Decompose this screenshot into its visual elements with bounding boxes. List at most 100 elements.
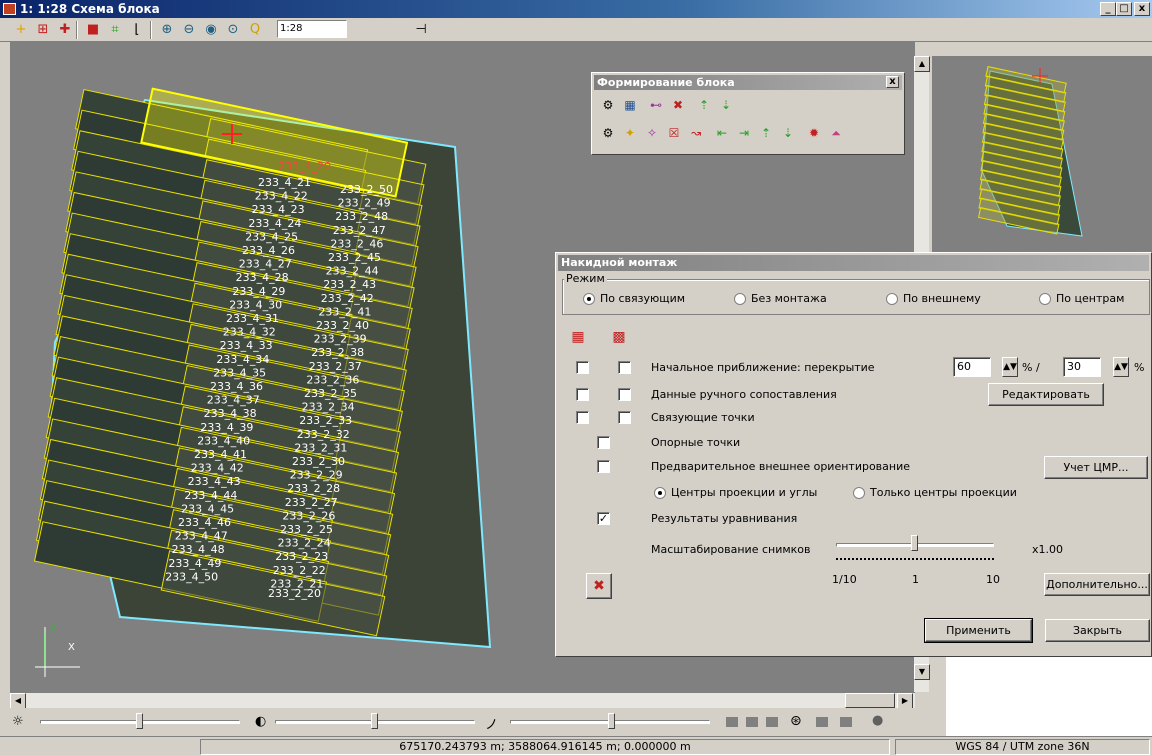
frame-label: 233_2_46 (330, 237, 383, 250)
axis-x-label: X (68, 642, 75, 653)
gamma-thumb[interactable] (608, 713, 615, 729)
frame-label: 233_4_50 (165, 570, 218, 583)
form-block-close-button[interactable]: x (886, 76, 899, 88)
scale-input[interactable]: 1:28 (277, 20, 347, 38)
corner-icon[interactable]: ⌊ (128, 21, 146, 39)
overlap-input-2[interactable]: 30 (1063, 357, 1101, 377)
shift-right-icon[interactable]: ⇥ (736, 125, 752, 141)
overview-panel[interactable] (932, 56, 1152, 251)
delete-image-icon[interactable]: ☒ (666, 125, 682, 141)
close-button[interactable]: x (1134, 2, 1150, 16)
close-dialog-button[interactable]: Закрыть (1045, 619, 1150, 642)
shift-up-icon[interactable]: ⇡ (758, 125, 774, 141)
channel-green-button[interactable] (746, 717, 758, 727)
shift-down-icon[interactable]: ⇣ (780, 125, 796, 141)
initial-approx-check-2[interactable] (618, 361, 631, 374)
frame-label: 233_2_37 (309, 360, 362, 373)
map-horizontal-scrollbar[interactable]: ◀ ▶ (10, 692, 915, 709)
flip-icon[interactable]: ⏶ (828, 125, 844, 141)
channel-blue-button[interactable] (766, 717, 778, 727)
frame-label: 233_4_30 (229, 298, 282, 311)
mode-group-label: Режим (564, 272, 607, 285)
info-area (946, 651, 1152, 741)
tie-points-check-1[interactable] (576, 411, 589, 424)
proj-centers-only-radio[interactable] (853, 487, 865, 499)
remove-strip-icon[interactable]: ✖ (670, 97, 686, 113)
rotate-icon[interactable]: ✹ (806, 125, 822, 141)
mode-radio-none[interactable] (734, 293, 746, 305)
frame-label: 233_2_23 (275, 550, 328, 563)
frame-label: 233_2_22 (273, 564, 326, 577)
move-down-icon[interactable]: ⇣ (718, 97, 734, 113)
block-settings-icon[interactable]: ⚙ (600, 97, 616, 113)
view-mode2-icon[interactable] (840, 717, 852, 727)
zoom-fit-icon[interactable]: ⊙ (224, 21, 242, 39)
overlap-separator: % / (1022, 361, 1040, 374)
initial-approx-check-1[interactable] (576, 361, 589, 374)
image-settings-icon[interactable]: ⚙ (600, 125, 616, 141)
scroll-up-icon[interactable]: ▲ (914, 56, 930, 72)
channel-red-button[interactable] (726, 717, 738, 727)
pin-icon[interactable]: ⊣ (412, 21, 430, 39)
manual-match-check-2[interactable] (618, 388, 631, 401)
insert-image-icon[interactable]: ✧ (644, 125, 660, 141)
zoom-out-icon[interactable]: ⊖ (180, 21, 198, 39)
mode-radio-centers[interactable] (1039, 293, 1051, 305)
control-points-check[interactable] (597, 436, 610, 449)
frame-label: 233_2_31 (294, 441, 347, 454)
frame-label: 233_4_46 (178, 516, 231, 529)
image-scaling-thumb[interactable] (911, 535, 918, 551)
brightness-thumb[interactable] (136, 713, 143, 729)
tie-points-check-2[interactable] (618, 411, 631, 424)
overlap-spin-2[interactable]: ▲▼ (1113, 357, 1129, 377)
grid-icon[interactable]: ⊞ (34, 21, 52, 39)
reset-icon[interactable]: ● (872, 713, 883, 728)
zoom-in-icon[interactable]: ⊕ (158, 21, 176, 39)
frame-label: 233_4_22 (255, 190, 308, 203)
minimize-button[interactable]: _ (1100, 2, 1116, 16)
dem-button[interactable]: Учет ЦМР... (1044, 456, 1148, 479)
proj-centers-angles-radio[interactable] (654, 487, 666, 499)
clear-icon[interactable]: ✖ (586, 573, 612, 599)
form-block-title: Формирование блока (594, 75, 902, 90)
mode-radio-tie[interactable] (583, 293, 595, 305)
apply-button[interactable]: Применить (924, 618, 1033, 643)
block-grid-icon[interactable]: ▦ (622, 97, 638, 113)
zoom-scale-icon[interactable]: Q (246, 21, 264, 39)
frame-label: 233_2_36 (306, 373, 359, 386)
deselect-all-icon[interactable]: ▩ (611, 329, 627, 345)
frame-label: 233_4_25 (245, 230, 298, 243)
color-wheel-icon[interactable]: ⊛ (790, 713, 802, 729)
select-all-icon[interactable]: ▦ (570, 329, 586, 345)
initial-approx-label: Начальное приближение: перекрытие (651, 361, 875, 374)
move-up-icon[interactable]: ⇡ (696, 97, 712, 113)
tick-max-label: 10 (986, 573, 1000, 586)
scroll-left-icon[interactable]: ◀ (10, 693, 26, 709)
frame-green-icon[interactable]: ⌗ (106, 21, 124, 39)
image-scaling-label: Масштабирование снимков (651, 543, 811, 556)
add-point-icon[interactable]: + (12, 21, 30, 39)
overlap-percent: % (1134, 361, 1145, 374)
overlap-spin-1[interactable]: ▲▼ (1002, 357, 1018, 377)
add-image-icon[interactable]: ✦ (622, 125, 638, 141)
scroll-right-icon[interactable]: ▶ (897, 693, 913, 709)
shift-left-icon[interactable]: ⇤ (714, 125, 730, 141)
add-strip-icon[interactable]: ⊷ (648, 97, 664, 113)
manual-match-check-1[interactable] (576, 388, 589, 401)
overlap-input-1[interactable]: 60 (953, 357, 991, 377)
scroll-down-icon[interactable]: ▼ (914, 664, 930, 680)
mode-radio-exterior[interactable] (886, 293, 898, 305)
zoom-extent-icon[interactable]: ◉ (202, 21, 220, 39)
frame-label: 233_2_44 (326, 265, 379, 278)
add-marker-icon[interactable]: ✚ (56, 21, 74, 39)
edit-button[interactable]: Редактировать (988, 383, 1104, 406)
maximize-button[interactable]: □ (1116, 2, 1132, 16)
more-button[interactable]: Дополнительно... (1044, 573, 1150, 596)
view-mode-icon[interactable] (816, 717, 828, 727)
pre-orientation-check[interactable] (597, 460, 610, 473)
contrast-thumb[interactable] (371, 713, 378, 729)
frame-red-icon[interactable]: ■ (84, 21, 102, 39)
adjust-results-check[interactable]: ✓ (597, 512, 610, 525)
route-icon[interactable]: ↝ (688, 125, 704, 141)
scroll-thumb[interactable] (845, 693, 895, 708)
